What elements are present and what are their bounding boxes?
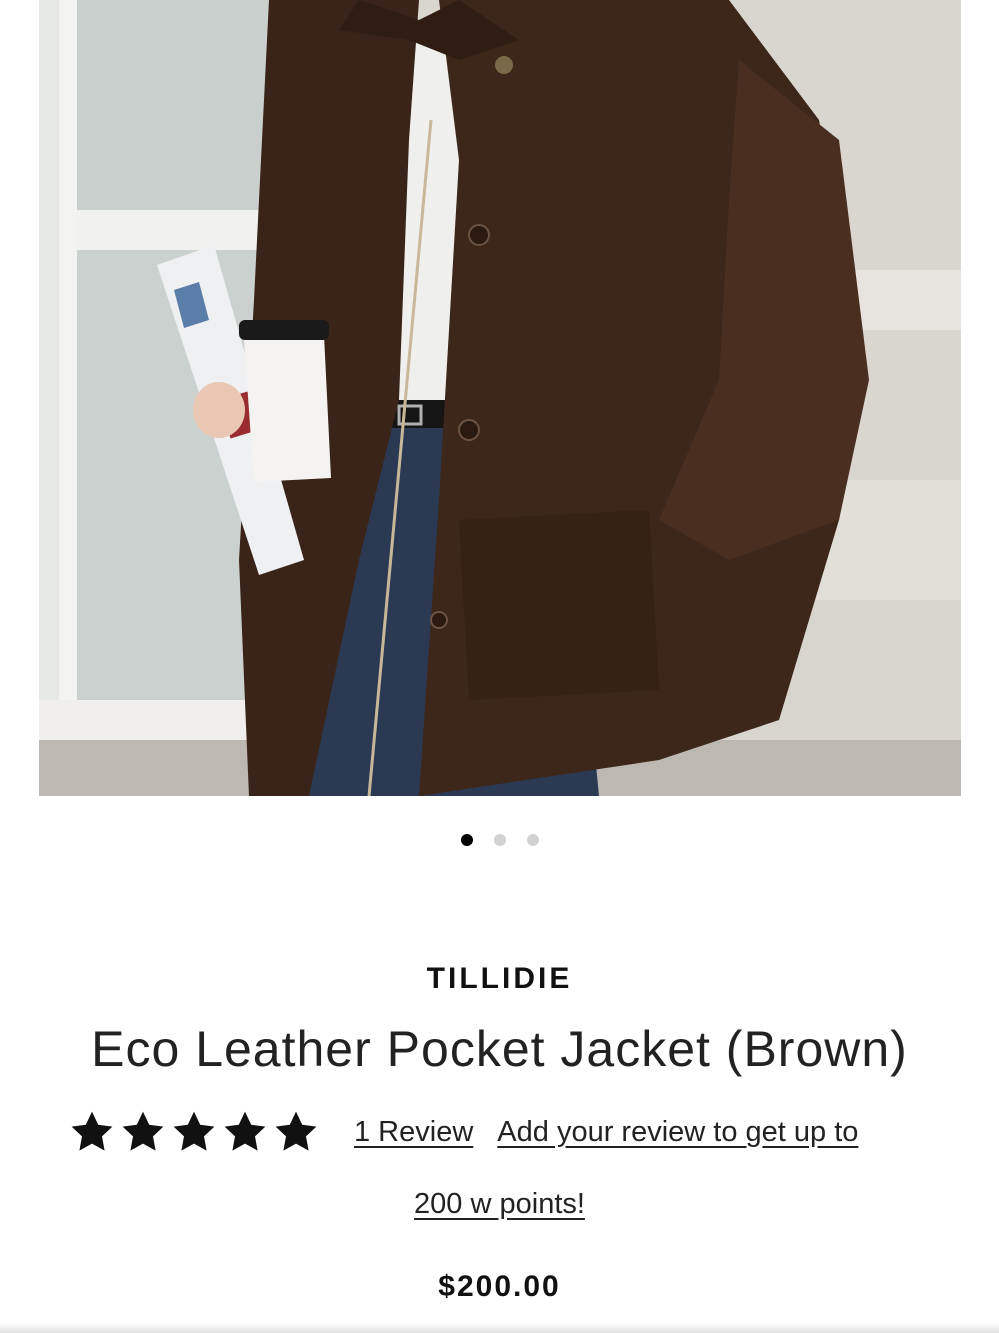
- add-review-link[interactable]: Add your review to get up to: [497, 1116, 858, 1149]
- product-title: Eco Leather Pocket Jacket (Brown): [91, 1021, 908, 1077]
- star-rating[interactable]: [68, 1108, 320, 1156]
- product-image[interactable]: [39, 0, 961, 796]
- add-review-points-link[interactable]: 200 w points!: [414, 1188, 585, 1220]
- star-icon: [173, 1111, 215, 1151]
- product-price: $200.00: [438, 1270, 561, 1303]
- review-count-link[interactable]: 1 Review: [354, 1116, 473, 1149]
- star-icon: [275, 1111, 317, 1151]
- carousel-dot-3[interactable]: [526, 834, 539, 846]
- star-icon: [71, 1111, 113, 1151]
- star-icon: [122, 1111, 164, 1151]
- rating-row: 1 Review Add your review to get up to: [68, 1102, 858, 1162]
- carousel-dot-1[interactable]: [460, 834, 473, 846]
- bottom-bar-shadow: [0, 1323, 999, 1333]
- add-review-link-continued: 200 w points!: [0, 1188, 999, 1221]
- brand-name[interactable]: TILLIDIE: [0, 962, 999, 996]
- carousel-dots: [0, 834, 999, 846]
- carousel-dot-2[interactable]: [493, 834, 506, 846]
- product-photo-illustration: [39, 0, 961, 796]
- star-icon: [224, 1111, 266, 1151]
